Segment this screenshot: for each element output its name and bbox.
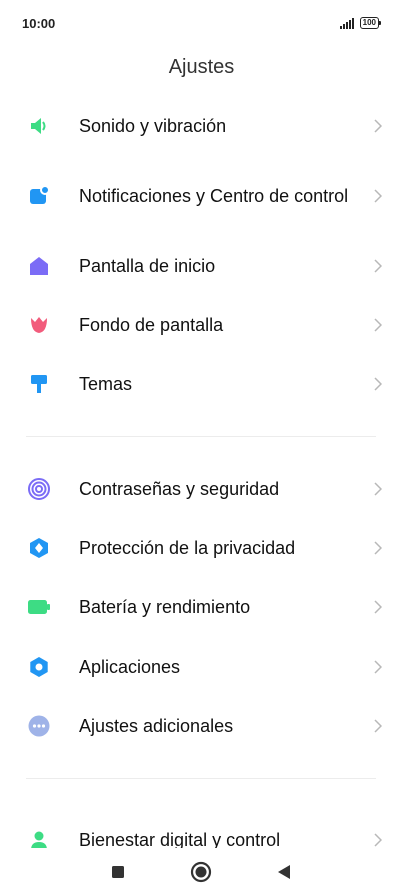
chevron-right-icon xyxy=(371,716,385,736)
settings-item-label: Sonido y vibración xyxy=(79,116,227,136)
settings-item-themes[interactable]: Temas xyxy=(0,365,403,403)
chevron-right-icon xyxy=(371,256,385,276)
settings-item-label: Ajustes adicionales xyxy=(79,716,234,736)
paint-roller-icon xyxy=(26,371,52,397)
chevron-right-icon xyxy=(371,374,385,394)
section-divider xyxy=(26,778,376,779)
settings-item-passwords-security[interactable]: Contraseñas y seguridad xyxy=(0,470,403,508)
settings-item-wallpaper[interactable]: Fondo de pantalla xyxy=(0,306,403,344)
settings-item-apps[interactable]: Aplicaciones xyxy=(0,648,403,686)
battery-icon xyxy=(26,594,52,620)
speaker-icon xyxy=(26,113,52,139)
status-time: 10:00 xyxy=(22,16,56,31)
gear-icon xyxy=(26,654,52,680)
settings-item-sound[interactable]: Sonido y vibración xyxy=(0,107,403,145)
settings-item-battery[interactable]: Batería y rendimiento xyxy=(0,588,403,626)
chevron-right-icon xyxy=(371,186,385,206)
settings-item-additional[interactable]: Ajustes adicionales xyxy=(0,707,403,745)
chevron-right-icon xyxy=(371,479,385,499)
settings-item-privacy[interactable]: Protección de la privacidad xyxy=(0,529,403,567)
square-icon xyxy=(112,866,124,878)
home-button[interactable] xyxy=(189,860,213,884)
battery-icon: 100 xyxy=(359,17,381,29)
privacy-shield-icon xyxy=(26,535,52,561)
settings-item-label: Pantalla de inicio xyxy=(79,256,216,276)
signal-icon xyxy=(339,17,354,29)
settings-item-label: Batería y rendimiento xyxy=(79,597,251,617)
notification-icon xyxy=(26,183,52,209)
section-divider xyxy=(26,436,376,437)
navigation-bar xyxy=(0,848,403,896)
back-button[interactable] xyxy=(272,860,296,884)
chevron-right-icon xyxy=(371,538,385,558)
page-title: Ajustes xyxy=(168,56,235,78)
recents-button[interactable] xyxy=(106,860,130,884)
battery-level: 100 xyxy=(359,17,379,29)
settings-item-label: Aplicaciones xyxy=(79,657,181,677)
triangle-back-icon xyxy=(278,865,290,879)
settings-item-label: Contraseñas y seguridad xyxy=(79,479,280,499)
settings-item-label: Protección de la privacidad xyxy=(79,538,296,558)
chevron-right-icon xyxy=(371,315,385,335)
settings-item-home-screen[interactable]: Pantalla de inicio xyxy=(0,247,403,285)
home-icon xyxy=(26,253,52,279)
chevron-right-icon xyxy=(371,657,385,677)
chevron-right-icon xyxy=(371,116,385,136)
settings-item-notifications[interactable]: Notificaciones y Centro de control xyxy=(0,174,403,218)
more-dots-icon xyxy=(26,713,52,739)
status-bar: 10:00 100 xyxy=(0,0,403,48)
status-icons: 100 xyxy=(339,17,381,29)
fingerprint-icon xyxy=(26,476,52,502)
settings-item-label: Notificaciones y Centro de control xyxy=(79,186,349,206)
chevron-right-icon xyxy=(371,597,385,617)
chevron-right-icon xyxy=(371,830,385,850)
circle-icon xyxy=(190,861,212,883)
settings-item-label: Temas xyxy=(79,374,133,394)
settings-item-label: Fondo de pantalla xyxy=(79,315,224,335)
flower-icon xyxy=(26,312,52,338)
